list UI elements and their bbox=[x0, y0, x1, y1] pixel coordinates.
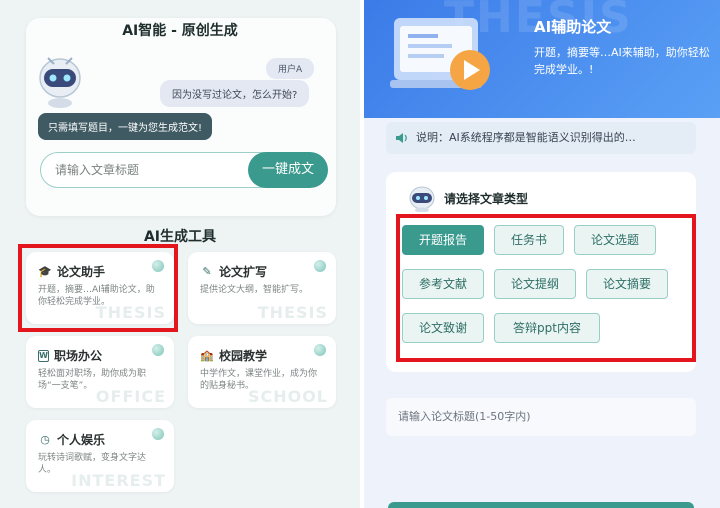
submit-button-edge[interactable] bbox=[388, 502, 694, 508]
tool-dot-icon bbox=[314, 344, 326, 356]
hero-title: AI辅助论文 bbox=[534, 18, 612, 36]
tools-section-title: AI生成工具 bbox=[143, 229, 217, 245]
question-bubble: 因为没写过论文，怎么开始? bbox=[160, 80, 310, 107]
pen-write-icon: ✎ bbox=[202, 264, 212, 278]
tool-card-entertainment[interactable]: ◷ 个人娱乐 玩转诗词歌赋，变身文字达人。 INTEREST bbox=[26, 420, 174, 492]
user-label-bubble: 用户A bbox=[266, 58, 315, 79]
type-section-title: 请选择文章类型 bbox=[444, 192, 529, 206]
tool-card-thesis-expand[interactable]: ✎ 论文扩写 提供论文大纲，智能扩写。 THESIS bbox=[188, 252, 336, 324]
card-title: AI智能 - 原创生成 bbox=[122, 23, 238, 39]
thesis-title-input[interactable]: 请输入论文标题(1-50字内) bbox=[386, 398, 696, 436]
tool-card-office[interactable]: W 职场办公 轻松面对职场，助你成为职场“一支笔”。 OFFICE bbox=[26, 336, 174, 408]
tool-watermark: SCHOOL bbox=[247, 387, 328, 406]
tool-watermark: OFFICE bbox=[95, 387, 166, 406]
tool-title: 个人娱乐 bbox=[57, 433, 106, 447]
tool-card-campus[interactable]: 🏫 校园教学 中学作文，课堂作业，成为你的贴身秘书。 SCHOOL bbox=[188, 336, 336, 408]
tool-title: 职场办公 bbox=[54, 349, 103, 363]
speaker-icon bbox=[396, 133, 407, 143]
tool-title: 论文扩写 bbox=[219, 265, 268, 279]
notice-text: 说明：AI系统程序都是智能语义识别得出的… bbox=[416, 131, 636, 144]
word-doc-icon: W bbox=[38, 349, 49, 362]
highlight-box-tool bbox=[18, 244, 178, 332]
entertainment-icon: ◷ bbox=[40, 432, 50, 446]
tool-dot-icon bbox=[152, 428, 164, 440]
tool-watermark: INTEREST bbox=[71, 471, 166, 490]
highlight-box-types bbox=[396, 214, 696, 362]
tool-watermark: THESIS bbox=[257, 303, 328, 322]
generate-article-button[interactable]: 一键成文 bbox=[248, 152, 328, 188]
hero-banner: THESIS AI辅助论文 开题，摘要等…AI来辅助，助你轻松完成学业。! bbox=[364, 0, 720, 118]
right-panel: THESIS AI辅助论文 开题，摘要等…AI来辅助，助你轻松完成学业。! 说明… bbox=[364, 0, 720, 508]
school-building-icon: 🏫 bbox=[200, 348, 214, 362]
tool-description: 提供论文大纲，智能扩写。 bbox=[200, 285, 309, 295]
robot-mascot-icon bbox=[39, 57, 81, 108]
laptop-play-icon bbox=[390, 18, 490, 90]
hero-subtitle: 开题，摘要等…AI来辅助，助你轻松完成学业。! bbox=[534, 46, 710, 76]
left-panel: AI智能 - 原创生成 用户A 因为没写过论文，怎么开始? 只需填写题目，一键为… bbox=[0, 0, 360, 508]
notice-bar: 说明：AI系统程序都是智能语义识别得出的… bbox=[386, 122, 696, 154]
tool-dot-icon bbox=[314, 260, 326, 272]
tool-title: 校园教学 bbox=[219, 349, 268, 363]
robot-avatar-icon bbox=[409, 186, 435, 212]
tool-dot-icon bbox=[152, 344, 164, 356]
answer-bubble: 只需填写题目，一键为您生成范文! bbox=[38, 113, 213, 140]
